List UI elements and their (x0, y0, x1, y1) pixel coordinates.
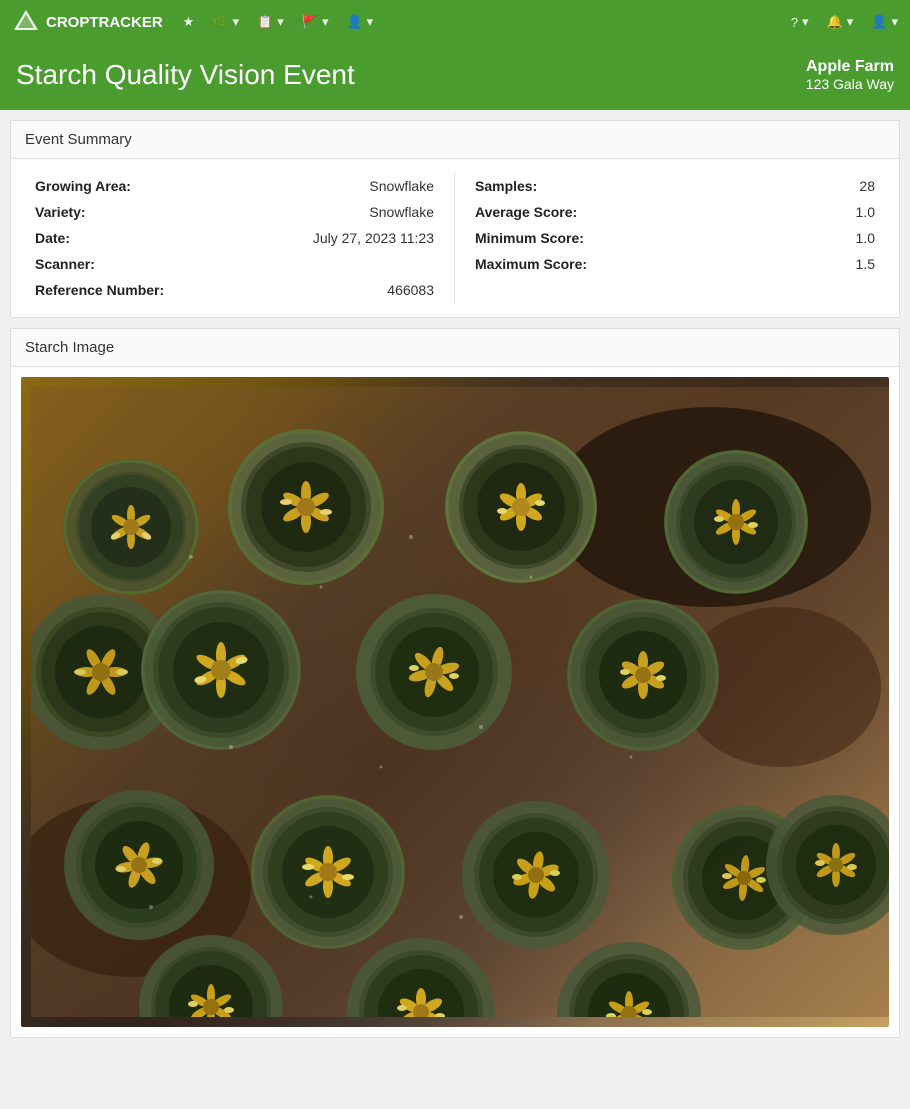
navbar: CROPTRACKER ★ 🌿 ▾ 📋 ▾ 🚩 ▾ 👤 ▾ ? ▾ 🔔 ▾ (0, 0, 910, 44)
nav-crops[interactable]: 🌿 ▾ (212, 14, 239, 30)
date-label: Date: (35, 230, 155, 246)
records-chevron: ▾ (277, 14, 284, 30)
avg-score-value: 1.0 (856, 204, 875, 220)
page-title: Starch Quality Vision Event (16, 58, 355, 92)
notifications-chevron: ▾ (847, 14, 854, 30)
date-value: July 27, 2023 11:23 (313, 230, 434, 246)
people-chevron: ▾ (367, 14, 374, 30)
nav-records[interactable]: 📋 ▾ (257, 14, 284, 30)
summary-right-col: Samples: 28 Average Score: 1.0 Minimum S… (455, 173, 883, 303)
avg-score-label: Average Score: (475, 204, 595, 220)
flags-chevron: ▾ (322, 14, 329, 30)
page-header: Starch Quality Vision Event Apple Farm 1… (0, 44, 910, 110)
records-icon: 📋 (257, 14, 273, 30)
starch-image-section: Starch Image (10, 328, 900, 1038)
nav-help[interactable]: ? ▾ (791, 14, 809, 30)
bookmark-icon: ★ (183, 14, 195, 30)
notifications-icon: 🔔 (827, 14, 843, 30)
crops-icon: 🌿 (212, 14, 228, 30)
apple-slices-svg (31, 387, 889, 1017)
starch-image-title: Starch Image (25, 339, 114, 356)
variety-value: Snowflake (369, 204, 434, 220)
nav-flags[interactable]: 🚩 ▾ (302, 14, 329, 30)
croptracker-logo-icon (12, 8, 40, 36)
people-icon: 👤 (346, 14, 362, 30)
flags-icon: 🚩 (302, 14, 318, 30)
avg-score-row: Average Score: 1.0 (475, 199, 875, 225)
nav-people[interactable]: 👤 ▾ (346, 14, 373, 30)
brand-logo[interactable]: CROPTRACKER (12, 8, 163, 36)
starch-image-display (21, 377, 889, 1027)
farm-address: 123 Gala Way (806, 76, 894, 92)
summary-left-col: Growing Area: Snowflake Variety: Snowfla… (27, 173, 455, 303)
farm-name: Apple Farm (806, 58, 894, 76)
brand-name: CROPTRACKER (46, 14, 163, 31)
account-icon: 👤 (871, 14, 887, 30)
crops-chevron: ▾ (233, 14, 240, 30)
starch-image-header: Starch Image (11, 329, 899, 367)
scanner-label: Scanner: (35, 256, 155, 272)
min-score-row: Minimum Score: 1.0 (475, 225, 875, 251)
samples-label: Samples: (475, 178, 595, 194)
help-chevron: ▾ (802, 14, 809, 30)
max-score-row: Maximum Score: 1.5 (475, 251, 875, 277)
min-score-label: Minimum Score: (475, 230, 595, 246)
account-chevron: ▾ (891, 14, 898, 30)
samples-row: Samples: 28 (475, 173, 875, 199)
summary-grid: Growing Area: Snowflake Variety: Snowfla… (27, 173, 883, 303)
nav-account[interactable]: 👤 ▾ (871, 14, 898, 30)
event-summary-body: Growing Area: Snowflake Variety: Snowfla… (11, 159, 899, 317)
min-score-value: 1.0 (856, 230, 875, 246)
event-summary-section: Event Summary Growing Area: Snowflake Va… (10, 120, 900, 318)
nav-right: ? ▾ 🔔 ▾ 👤 ▾ (791, 14, 898, 30)
farm-info: Apple Farm 123 Gala Way (806, 58, 894, 92)
growing-area-row: Growing Area: Snowflake (35, 173, 434, 199)
date-row: Date: July 27, 2023 11:23 (35, 225, 434, 251)
starch-image-body (11, 367, 899, 1037)
samples-value: 28 (859, 178, 875, 194)
scanner-row: Scanner: (35, 251, 434, 277)
reference-row: Reference Number: 466083 (35, 277, 434, 303)
max-score-value: 1.5 (856, 256, 875, 272)
reference-label: Reference Number: (35, 282, 164, 298)
growing-area-label: Growing Area: (35, 178, 155, 194)
event-summary-title: Event Summary (25, 131, 132, 148)
variety-row: Variety: Snowflake (35, 199, 434, 225)
reference-value: 466083 (387, 282, 434, 298)
max-score-label: Maximum Score: (475, 256, 595, 272)
help-icon: ? (791, 15, 798, 30)
nav-bookmark[interactable]: ★ (183, 14, 195, 30)
growing-area-value: Snowflake (369, 178, 434, 194)
nav-notifications[interactable]: 🔔 ▾ (827, 14, 854, 30)
event-summary-header: Event Summary (11, 121, 899, 159)
nav-items: ★ 🌿 ▾ 📋 ▾ 🚩 ▾ 👤 ▾ (183, 14, 791, 30)
variety-label: Variety: (35, 204, 155, 220)
